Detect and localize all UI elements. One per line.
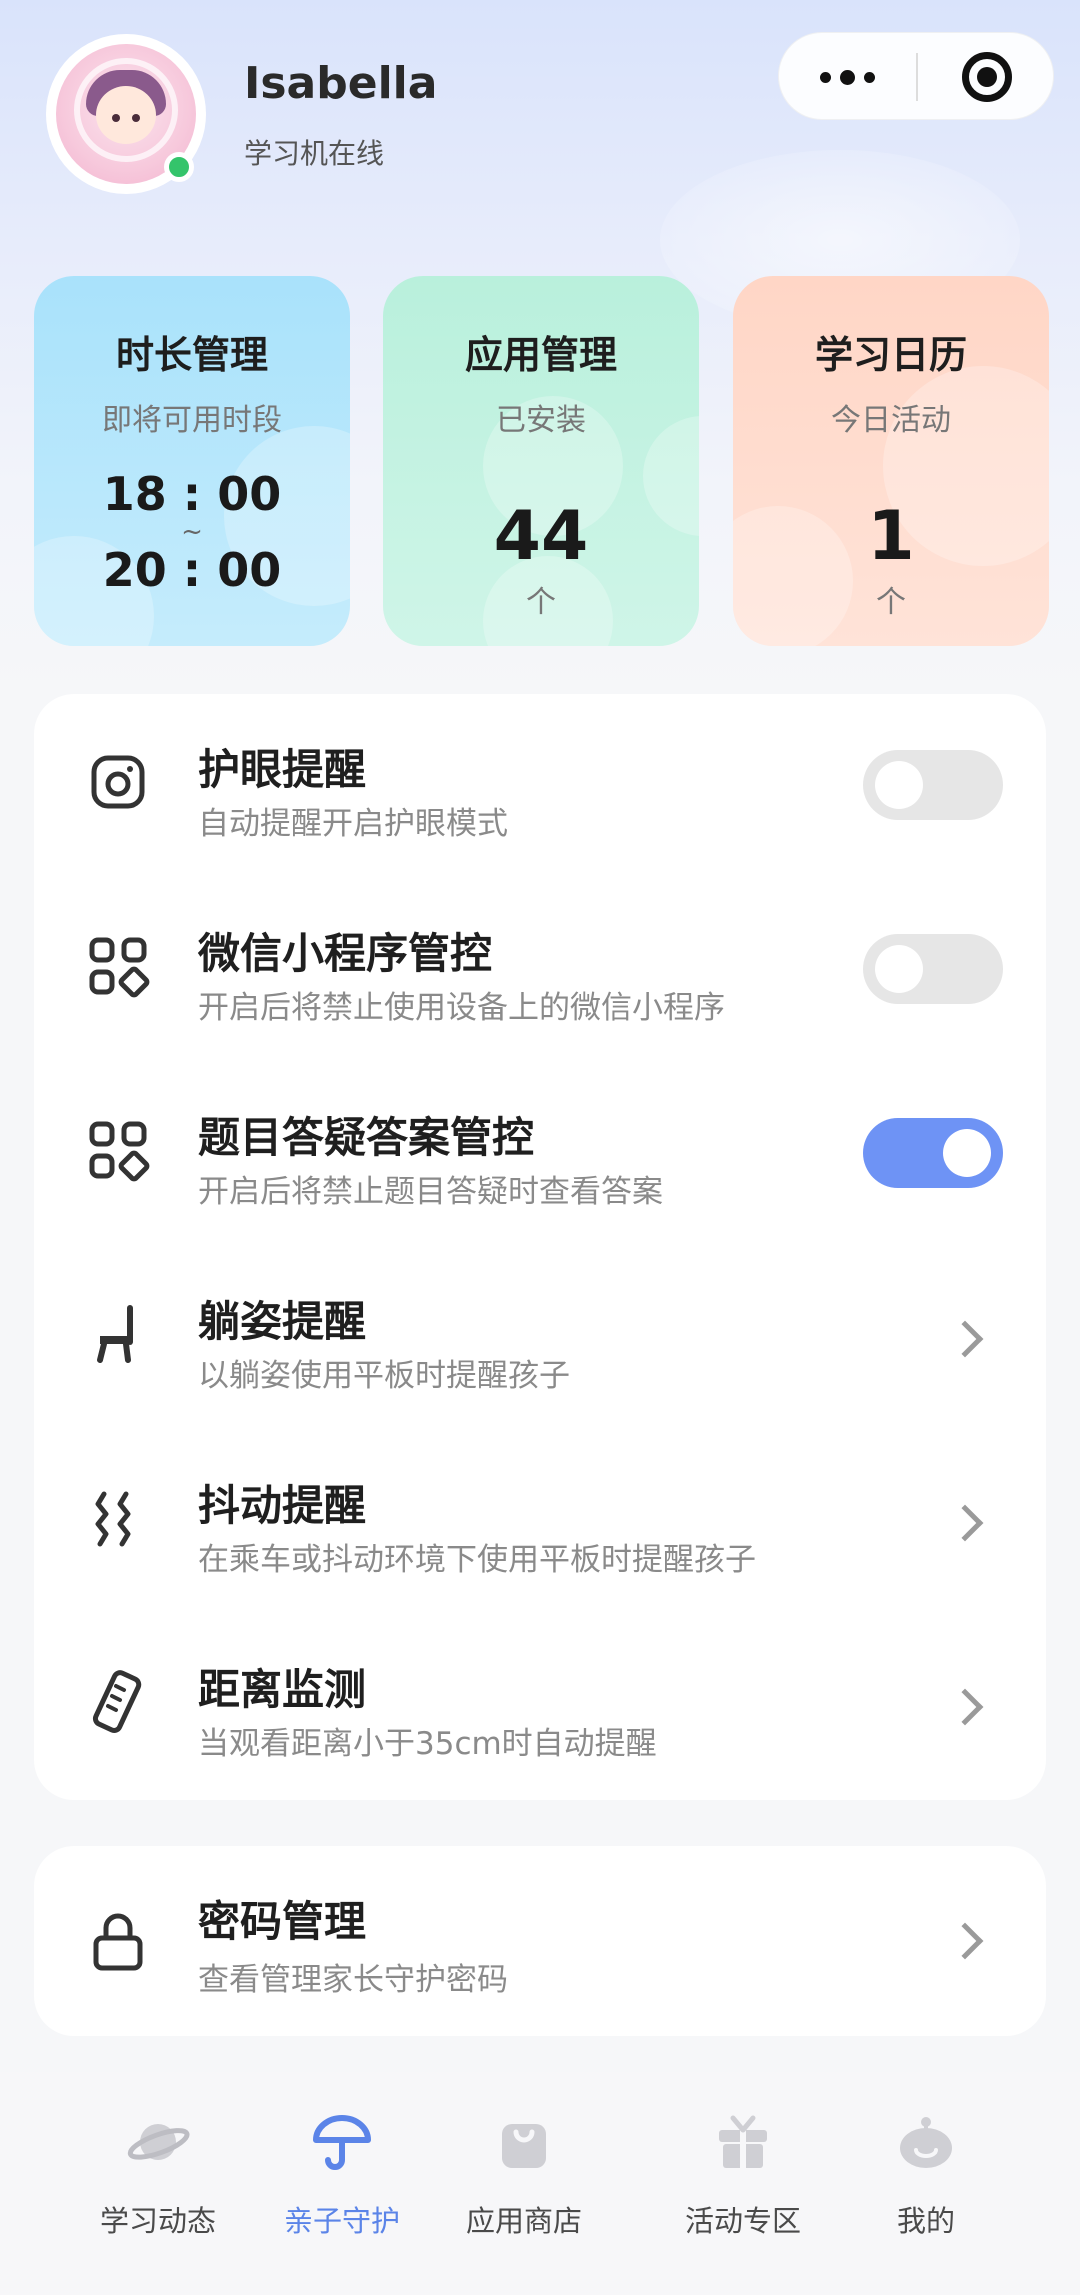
bottom-tab-bar: 学习动态 亲子守护 应用商店 活动专区 我的: [0, 2072, 1080, 2295]
settings-row-distance[interactable]: 距离监测 当观看距离小于35cm时自动提醒: [34, 1614, 1046, 1798]
guardian-settings-panel: 护眼提醒 自动提醒开启护眼模式 微信小程序管控 开启后将禁止使用设备上的微信小程…: [34, 694, 1046, 1800]
settings-row-lying-posture[interactable]: 躺姿提醒 以躺姿使用平板时提醒孩子: [34, 1246, 1046, 1430]
close-target-icon[interactable]: [962, 52, 1012, 102]
card-subtitle: 今日活动: [831, 403, 951, 438]
chair-icon: [97, 1305, 133, 1363]
eye-care-icon: [91, 755, 145, 809]
tab-app-store[interactable]: 应用商店: [444, 2092, 604, 2242]
row-description: 自动提醒开启护眼模式: [198, 806, 508, 842]
settings-row-answer-control[interactable]: 题目答疑答案管控 开启后将禁止题目答疑时查看答案: [34, 1062, 1046, 1246]
row-description: 以躺姿使用平板时提醒孩子: [198, 1358, 570, 1394]
online-status-dot: [164, 152, 194, 182]
row-title: 躺姿提醒: [198, 1297, 367, 1346]
time-management-card[interactable]: 时长管理 即将可用时段 18 : 00 ~ 20 : 00: [34, 276, 350, 646]
card-title: 时长管理: [115, 333, 268, 377]
card-subtitle: 已安装: [496, 403, 586, 438]
today-activity-count: 1: [867, 497, 915, 576]
more-icon[interactable]: [779, 33, 916, 121]
tab-activity-zone[interactable]: 活动专区: [663, 2092, 823, 2242]
mini-program-capsule: [778, 32, 1054, 120]
settings-row-password[interactable]: 密码管理 查看管理家长守护密码: [34, 1846, 1046, 2030]
row-title: 密码管理: [198, 1897, 367, 1946]
device-status: 学习机在线: [244, 137, 385, 170]
count-unit: 个: [876, 585, 906, 620]
umbrella-icon: [313, 2115, 371, 2170]
chevron-right-icon: [946, 1320, 984, 1358]
row-title: 抖动提醒: [198, 1481, 367, 1530]
tab-parental-guard[interactable]: 亲子守护: [262, 2092, 422, 2242]
gift-icon: [719, 2115, 767, 2168]
row-title: 题目答疑答案管控: [198, 1113, 535, 1162]
answer-control-toggle[interactable]: [863, 1118, 1003, 1188]
time-end: 20 : 00: [102, 543, 282, 597]
tab-profile[interactable]: 我的: [846, 2092, 1006, 2242]
tab-label: 活动专区: [684, 2204, 801, 2238]
capsule-divider: [916, 53, 918, 101]
card-title: 应用管理: [464, 333, 617, 377]
bag-icon: [502, 2124, 546, 2168]
user-name: Isabella: [244, 58, 438, 109]
card-subtitle: 即将可用时段: [102, 403, 282, 438]
settings-row-shake[interactable]: 抖动提醒 在乘车或抖动环境下使用平板时提醒孩子: [34, 1430, 1046, 1614]
row-title: 护眼提醒: [198, 745, 367, 794]
apps-grid-icon: [89, 937, 150, 998]
time-separator: ~: [181, 517, 203, 547]
row-title: 微信小程序管控: [198, 929, 493, 978]
settings-row-wechat-mini-program[interactable]: 微信小程序管控 开启后将禁止使用设备上的微信小程序: [34, 878, 1046, 1062]
wechat-mini-program-toggle[interactable]: [863, 934, 1003, 1004]
chevron-right-icon: [946, 1504, 984, 1542]
chevron-right-icon: [946, 1922, 984, 1960]
row-description: 在乘车或抖动环境下使用平板时提醒孩子: [198, 1542, 756, 1578]
row-description: 查看管理家长守护密码: [198, 1962, 508, 1998]
tab-label: 应用商店: [465, 2204, 582, 2238]
tab-label: 亲子守护: [283, 2204, 400, 2238]
tab-learning-feed[interactable]: 学习动态: [78, 2092, 238, 2242]
apps-grid-icon: [89, 1121, 150, 1182]
card-title: 学习日历: [814, 333, 967, 377]
app-management-card[interactable]: 应用管理 已安装 44 个: [383, 276, 699, 646]
row-title: 距离监测: [198, 1665, 367, 1714]
time-start: 18 : 00: [102, 467, 282, 521]
shake-icon: [95, 1491, 131, 1547]
profile-icon: [900, 2117, 952, 2168]
planet-icon: [127, 2124, 190, 2160]
installed-app-count: 44: [493, 497, 589, 576]
eye-care-toggle[interactable]: [863, 750, 1003, 820]
settings-row-eye-care[interactable]: 护眼提醒 自动提醒开启护眼模式: [34, 694, 1046, 878]
learning-calendar-card[interactable]: 学习日历 今日活动 1 个: [733, 276, 1049, 646]
row-description: 当观看距离小于35cm时自动提醒: [198, 1726, 657, 1762]
row-description: 开启后将禁止使用设备上的微信小程序: [198, 990, 725, 1026]
count-unit: 个: [526, 585, 556, 620]
lock-icon: [93, 1913, 143, 1971]
tab-label: 我的: [896, 2204, 955, 2238]
chevron-right-icon: [946, 1688, 984, 1726]
row-description: 开启后将禁止题目答疑时查看答案: [198, 1174, 663, 1210]
password-panel: 密码管理 查看管理家长守护密码: [34, 1846, 1046, 2036]
tab-label: 学习动态: [99, 2204, 216, 2238]
ruler-icon: [92, 1670, 142, 1733]
header: Isabella 学习机在线: [0, 0, 1080, 230]
